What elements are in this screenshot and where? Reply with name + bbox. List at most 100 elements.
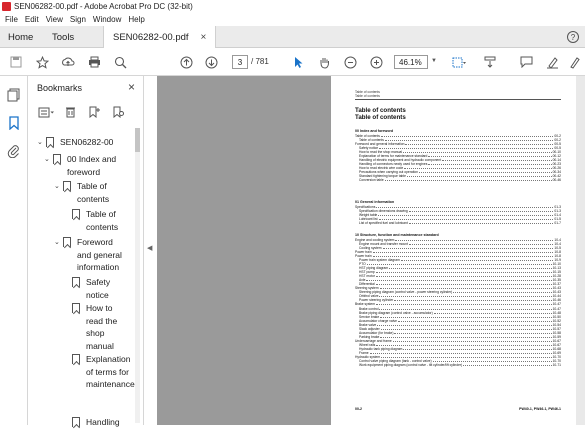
search-zoom-icon[interactable]: [112, 53, 128, 71]
bookmarks-scroll-thumb[interactable]: [135, 128, 140, 152]
toc-leader-dots: [375, 302, 552, 306]
page-title: Table of contents: [355, 114, 406, 121]
toc-leader-dots: [463, 363, 552, 366]
toc-leader-dots: [382, 246, 554, 250]
find-bookmark-icon[interactable]: [109, 105, 127, 119]
collapse-chevron-icon[interactable]: ⌄: [54, 236, 63, 250]
toc-leader-dots: [376, 205, 554, 208]
toc-section-heading: 00 Index and foreword: [355, 129, 394, 133]
tab-tools[interactable]: Tools: [52, 26, 88, 48]
cloud-upload-icon[interactable]: [60, 53, 76, 71]
select-arrow-icon[interactable]: [290, 53, 306, 71]
zoom-out-icon[interactable]: [342, 53, 358, 71]
toc-leader-dots: [433, 311, 552, 314]
star-icon[interactable]: [34, 53, 50, 71]
menu-window[interactable]: Window: [93, 15, 121, 24]
zoom-dropdown-icon[interactable]: ▼: [431, 58, 437, 64]
bookmark-item[interactable]: Safety notice: [72, 276, 136, 301]
bookmark-item[interactable]: Explanation of terms for maintenance: [72, 353, 136, 391]
toc-leader-dots: [408, 242, 554, 246]
bookmark-item[interactable]: How to read the shop manual: [72, 302, 136, 352]
toc-leader-dots: [372, 254, 554, 258]
toc-leader-dots: [428, 154, 552, 158]
main-toolbar: 3 / 781 46.1% ▼: [0, 48, 585, 76]
toc-leader-dots: [377, 323, 552, 326]
close-tab-icon[interactable]: ×: [201, 32, 207, 43]
toc-leader-dots: [397, 319, 552, 322]
collapse-chevron-icon[interactable]: ⌄: [37, 136, 46, 150]
page-footer-model: PW40-1, PW46-1, PW46-1: [519, 407, 561, 411]
page-thumbnails-icon[interactable]: [7, 88, 21, 102]
toc-row[interactable]: Conversion table 00-46: [355, 178, 561, 182]
toc-leader-dots: [408, 221, 554, 225]
toc-leader-dots: [375, 270, 552, 274]
tab-document[interactable]: SEN06282-00.pdf ×: [103, 26, 216, 49]
draw-pen-icon[interactable]: [568, 53, 582, 71]
menu-sign[interactable]: Sign: [70, 15, 86, 24]
toc-leader-dots: [375, 274, 552, 278]
collapse-chevron-icon[interactable]: ⌄: [44, 153, 53, 167]
bookmark-item[interactable]: ⌄ SEN06282-00: [37, 136, 136, 150]
page-running-header: Table of contents: [355, 94, 380, 98]
menu-help[interactable]: Help: [128, 15, 144, 24]
menu-edit[interactable]: Edit: [25, 15, 39, 24]
menu-file[interactable]: File: [5, 15, 18, 24]
fit-page-icon[interactable]: [449, 53, 469, 71]
bookmarks-panel-icon[interactable]: [7, 116, 21, 131]
header-rule: [355, 99, 561, 100]
toc-row[interactable]: Work equipment piping diagram (control v…: [355, 363, 561, 367]
panel-title: Bookmarks: [37, 83, 83, 93]
toc-leader-dots: [453, 290, 552, 294]
collapse-panel-icon[interactable]: ◀: [147, 244, 152, 252]
comment-icon[interactable]: [518, 53, 534, 71]
collapse-chevron-icon[interactable]: ⌄: [54, 180, 63, 194]
window-title: SEN06282-00.pdf - Adobe Acrobat Pro DC (…: [14, 1, 193, 11]
zoom-in-icon[interactable]: [368, 53, 384, 71]
tab-home[interactable]: Home: [8, 26, 48, 48]
delete-bookmark-icon[interactable]: [61, 105, 79, 119]
close-panel-icon[interactable]: ×: [128, 80, 135, 94]
bookmark-icon: [72, 303, 80, 313]
bookmarks-scrollbar[interactable]: [135, 128, 140, 423]
bookmark-icon: [72, 209, 80, 219]
toc-leader-dots: [428, 162, 552, 166]
help-icon[interactable]: ?: [567, 31, 579, 43]
bookmark-icon: [63, 237, 71, 247]
hand-tool-icon[interactable]: [316, 53, 332, 71]
bookmark-item[interactable]: ⌄ Foreword and general information: [54, 236, 136, 274]
toc-leader-dots: [405, 142, 554, 146]
toc-leader-dots: [394, 298, 552, 302]
toc-leader-dots: [372, 250, 554, 254]
toc-row[interactable]: List of specified fuel and lubricant 01-7: [355, 221, 561, 225]
page-number-input[interactable]: 3: [232, 55, 248, 69]
bookmark-item[interactable]: ⌄ 00 Index and foreword: [44, 153, 136, 178]
toc-leader-dots: [379, 307, 552, 310]
toc-leader-dots: [380, 315, 552, 318]
next-page-icon[interactable]: [203, 53, 219, 71]
toc-section-heading: 01 General information: [355, 200, 395, 204]
toc-leader-dots: [366, 262, 552, 266]
toc-leader-dots: [380, 335, 552, 338]
print-icon[interactable]: [86, 53, 102, 71]
toc-leader-dots: [369, 351, 552, 354]
bookmark-item[interactable]: Handling: [72, 416, 136, 429]
toc-entry-page: 01-7: [554, 221, 561, 226]
bookmark-item[interactable]: ⌄ Table of contents: [54, 180, 136, 205]
bookmark-icon: [46, 137, 54, 147]
scroll-mode-icon[interactable]: [482, 53, 500, 71]
bookmark-options-icon[interactable]: [37, 105, 55, 119]
save-icon[interactable]: [8, 53, 24, 71]
menu-view[interactable]: View: [46, 15, 63, 24]
toc-leader-dots: [380, 134, 554, 137]
zoom-level-input[interactable]: 46.1%: [394, 55, 428, 69]
attachments-icon[interactable]: [7, 144, 21, 159]
bookmark-item[interactable]: Table of contents: [72, 208, 136, 233]
bookmarks-panel: Bookmarks × ⌄ SEN06282-00 ⌄ 00 Index and f…: [28, 76, 144, 427]
new-bookmark-icon[interactable]: [85, 105, 103, 119]
page-title: Table of contents: [355, 107, 406, 114]
toc-leader-dots: [432, 359, 552, 362]
toc-leader-dots: [379, 294, 552, 298]
previous-page-icon[interactable]: [178, 53, 194, 71]
highlight-pen-icon[interactable]: [544, 53, 560, 71]
toc-leader-dots: [392, 339, 552, 342]
